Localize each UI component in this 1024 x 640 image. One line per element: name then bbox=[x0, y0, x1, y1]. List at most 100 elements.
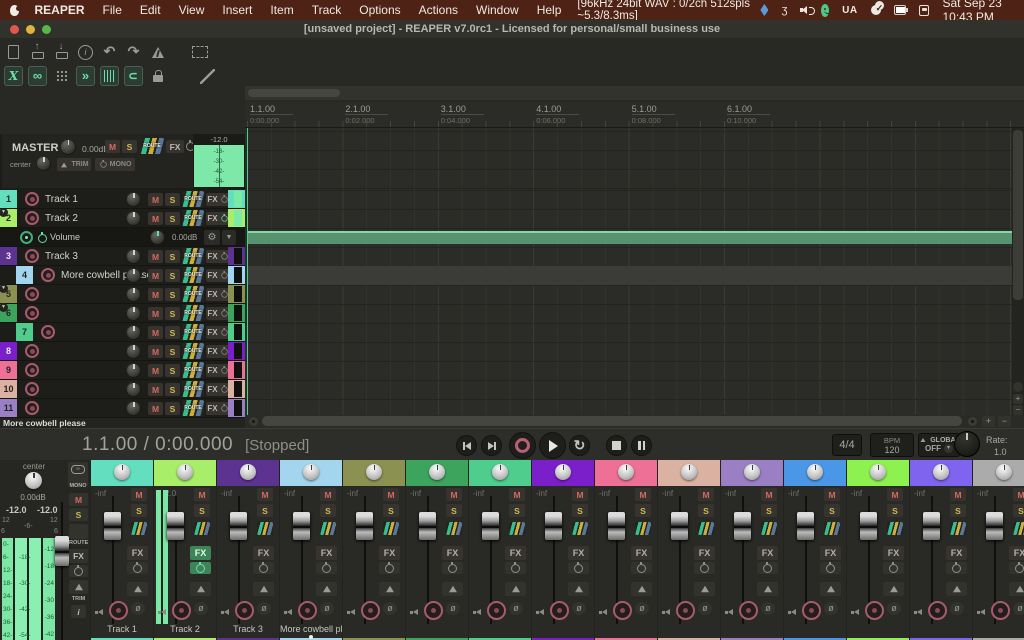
trim-mode-button[interactable] bbox=[442, 582, 463, 596]
volume-fader[interactable] bbox=[545, 512, 562, 540]
folder-collapse-icon[interactable]: ▼ bbox=[0, 303, 8, 312]
master-mixer-mute-button[interactable]: M bbox=[69, 493, 88, 506]
trim-mode-button[interactable] bbox=[190, 582, 211, 596]
route-button[interactable] bbox=[824, 522, 840, 535]
fx-button[interactable]: FX bbox=[568, 546, 589, 560]
menu-item-file[interactable]: File bbox=[103, 3, 122, 17]
ripple-edit-button[interactable] bbox=[76, 66, 95, 86]
menu-item-options[interactable]: Options bbox=[359, 3, 400, 17]
mixer-strip-13[interactable]: -infMSFXø13 bbox=[847, 460, 909, 640]
track-volume-knob[interactable] bbox=[126, 382, 141, 397]
hscroll-thumb[interactable] bbox=[262, 416, 962, 426]
track-solo-button[interactable]: S bbox=[165, 288, 180, 301]
monitor-icon[interactable] bbox=[788, 608, 797, 617]
fx-bypass-icon[interactable] bbox=[221, 215, 227, 221]
track-mute-button[interactable]: M bbox=[148, 345, 163, 358]
time-signature-box[interactable]: 4/4 bbox=[832, 434, 862, 456]
record-arm-button[interactable] bbox=[235, 601, 254, 620]
vertical-scroll-dot-button[interactable] bbox=[1013, 382, 1023, 392]
playback-position-readout[interactable]: 1.1.00 / 0:00.000 bbox=[82, 434, 233, 456]
envelope-value-knob[interactable] bbox=[150, 230, 165, 245]
fx-bypass-button[interactable] bbox=[757, 562, 778, 574]
track-route-button[interactable]: ROUTE bbox=[182, 343, 204, 359]
trim-mode-button[interactable] bbox=[694, 582, 715, 596]
fx-bypass-icon[interactable] bbox=[221, 253, 227, 259]
record-arm-button[interactable] bbox=[41, 268, 55, 282]
record-arm-button[interactable] bbox=[25, 306, 39, 320]
mixer-strip-11[interactable]: -infMSFXø11 bbox=[721, 460, 783, 640]
fx-button[interactable]: FX bbox=[442, 546, 463, 560]
route-button[interactable] bbox=[698, 522, 714, 535]
fx-bypass-button[interactable] bbox=[316, 562, 337, 574]
phase-button[interactable]: ø bbox=[320, 602, 334, 615]
fx-button[interactable]: FX bbox=[820, 546, 841, 560]
app-status-icon[interactable]: ʒ bbox=[781, 4, 787, 16]
record-arm-button[interactable] bbox=[172, 601, 191, 620]
vertical-zoom-out-button[interactable]: − bbox=[1013, 405, 1023, 415]
volume-fader[interactable] bbox=[986, 512, 1003, 540]
track-solo-button[interactable]: S bbox=[165, 269, 180, 282]
mixer-strip-8[interactable]: -infMSFXø8 bbox=[532, 460, 594, 640]
horizontal-zoom-out-button[interactable]: − bbox=[998, 416, 1011, 427]
track-volume-knob[interactable] bbox=[126, 344, 141, 359]
pan-knob[interactable] bbox=[240, 464, 256, 480]
mixer-strip-6[interactable]: -infMSFXø▶6 bbox=[406, 460, 468, 640]
track-fx-button[interactable]: FX bbox=[206, 383, 230, 396]
track-number-cell[interactable]: 5▼ bbox=[0, 285, 17, 303]
master-mixer-solo-button[interactable]: S bbox=[69, 508, 88, 521]
mute-button[interactable]: M bbox=[320, 488, 336, 501]
track-route-button[interactable]: ROUTE bbox=[182, 286, 204, 302]
fx-bypass-icon[interactable] bbox=[221, 348, 227, 354]
pan-knob[interactable] bbox=[366, 464, 382, 480]
track-row-10[interactable]: 10MSROUTEFX bbox=[0, 380, 245, 399]
record-arm-button[interactable] bbox=[928, 601, 947, 620]
folder-collapse-icon[interactable]: ▼ bbox=[0, 208, 8, 217]
track-name[interactable]: Track 2 bbox=[45, 213, 78, 224]
mixer-strip-3[interactable]: -infMSFXøTrack 33 bbox=[217, 460, 279, 640]
monitor-icon[interactable] bbox=[977, 608, 986, 617]
record-arm-button[interactable] bbox=[25, 249, 39, 263]
record-arm-button[interactable] bbox=[41, 325, 55, 339]
route-button[interactable] bbox=[950, 522, 966, 535]
trim-mode-button[interactable] bbox=[631, 582, 652, 596]
mixer-strip-1[interactable]: -infMSFXøTrack 11 bbox=[91, 460, 153, 640]
app-menu[interactable]: REAPER bbox=[35, 3, 85, 17]
record-arm-button[interactable] bbox=[991, 601, 1010, 620]
fx-button[interactable]: FX bbox=[316, 546, 337, 560]
arrange-vscroll-thumb[interactable] bbox=[1013, 130, 1023, 300]
volume-fader[interactable] bbox=[923, 512, 940, 540]
mixer-strip-2[interactable]: -12.0MSFXøTrack 2▶2 bbox=[154, 460, 216, 640]
track-row-6[interactable]: 6▼MSROUTEFX bbox=[0, 304, 245, 323]
phase-button[interactable]: ø bbox=[572, 602, 586, 615]
track-route-button[interactable]: ROUTE bbox=[182, 400, 204, 416]
record-arm-button[interactable] bbox=[25, 344, 39, 358]
track-fx-button[interactable]: FX bbox=[206, 269, 230, 282]
fx-bypass-icon[interactable] bbox=[221, 367, 227, 373]
record-arm-button[interactable] bbox=[25, 401, 39, 415]
monitor-icon[interactable] bbox=[284, 608, 293, 617]
save-project-button[interactable] bbox=[52, 42, 71, 62]
route-button[interactable] bbox=[194, 522, 210, 535]
go-to-end-button[interactable] bbox=[481, 435, 502, 456]
master-solo-button[interactable]: S bbox=[122, 140, 137, 153]
trim-mode-button[interactable] bbox=[946, 582, 967, 596]
phase-button[interactable]: ø bbox=[698, 602, 712, 615]
track-number-cell[interactable]: 3 bbox=[0, 247, 17, 265]
auto-crossfade-button[interactable] bbox=[4, 66, 23, 86]
hscroll-right-button[interactable] bbox=[968, 417, 977, 426]
master-track-panel[interactable]: MASTER 0.00dB M S ROUTE FX center TRIM M… bbox=[2, 134, 243, 188]
track-route-button[interactable]: ROUTE bbox=[182, 362, 204, 378]
trim-mode-button[interactable] bbox=[820, 582, 841, 596]
fx-bypass-icon[interactable] bbox=[221, 386, 227, 392]
trim-mode-button[interactable] bbox=[253, 582, 274, 596]
track-mute-button[interactable]: M bbox=[148, 364, 163, 377]
record-arm-button[interactable] bbox=[25, 363, 39, 377]
repeat-button[interactable]: ↻ bbox=[569, 435, 590, 456]
fx-button[interactable]: FX bbox=[631, 546, 652, 560]
mute-button[interactable]: M bbox=[131, 488, 147, 501]
route-button[interactable] bbox=[572, 522, 588, 535]
envelope-arm-icon[interactable] bbox=[38, 234, 47, 243]
record-arm-button[interactable] bbox=[25, 382, 39, 396]
envelope-knob-icon[interactable] bbox=[20, 231, 33, 244]
battery-icon[interactable] bbox=[894, 5, 906, 15]
